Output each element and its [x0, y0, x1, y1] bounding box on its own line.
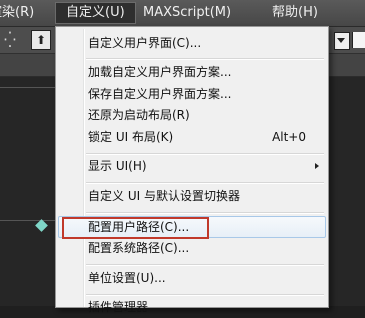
- viewport-line: [0, 220, 58, 221]
- menu-item-units-setup[interactable]: 单位设置(U)...: [56, 267, 328, 289]
- menu-item-save-scheme[interactable]: 保存自定义用户界面方案...: [56, 83, 328, 105]
- menu-maxscript[interactable]: MAXScript(M): [143, 4, 231, 22]
- menu-item-ui-switcher[interactable]: 自定义 UI 与默认设置切换器: [56, 185, 328, 207]
- menu-separator: [86, 182, 324, 184]
- menu-item-shortcut: Alt+0: [272, 130, 306, 144]
- menu-item-label: 自定义 UI 与默认设置切换器: [88, 189, 240, 203]
- menu-item-label: 加载自定义用户界面方案...: [88, 65, 232, 79]
- customize-menu: 自定义用户界面(C)... 加载自定义用户界面方案... 保存自定义用户界面方案…: [55, 26, 329, 314]
- viewport-line: [0, 87, 58, 88]
- menu-bar: 渲染(R) 自定义(U) MAXScript(M) 帮助(H): [0, 0, 365, 27]
- menu-item-revert-layout[interactable]: 还原为启动布局(R): [56, 104, 328, 126]
- menu-customize[interactable]: 自定义(U): [55, 2, 136, 24]
- menu-render[interactable]: 渲染(R): [0, 4, 34, 22]
- menu-item-label: 配置系统路径(C)...: [88, 241, 190, 255]
- menu-separator: [86, 212, 324, 214]
- toolbar-field[interactable]: [352, 32, 365, 48]
- menu-separator: [86, 58, 324, 60]
- menu-item-lock-layout[interactable]: 锁定 UI 布局(K) Alt+0: [56, 126, 328, 148]
- menu-item-show-ui[interactable]: 显示 UI(H): [56, 155, 328, 177]
- chevron-down-icon: [337, 38, 345, 43]
- menu-item-customize-ui[interactable]: 自定义用户界面(C)...: [56, 32, 328, 54]
- menu-item-label: 配置用户路径(C)...: [88, 220, 190, 234]
- menu-item-label: 自定义用户界面(C)...: [88, 36, 202, 50]
- menu-item-label: 保存自定义用户界面方案...: [88, 87, 232, 101]
- menu-separator: [86, 264, 324, 266]
- menu-item-user-paths[interactable]: 配置用户路径(C)...: [58, 216, 326, 239]
- menu-item-label: 显示 UI(H): [88, 159, 147, 173]
- menu-help[interactable]: 帮助(H): [272, 4, 318, 22]
- menu-item-plugin-manager[interactable]: 插件管理器: [56, 296, 328, 318]
- menu-item-label: 锁定 UI 布局(K): [88, 130, 174, 144]
- menu-item-load-scheme[interactable]: 加载自定义用户界面方案...: [56, 61, 328, 83]
- select-up-icon[interactable]: ⬆: [31, 30, 51, 50]
- move-gizmo-icon[interactable]: ⁛: [4, 33, 16, 48]
- submenu-arrow-icon: [315, 163, 319, 169]
- menu-item-system-paths[interactable]: 配置系统路径(C)...: [56, 237, 328, 259]
- menu-item-label: 插件管理器: [88, 300, 149, 314]
- menu-item-label: 单位设置(U)...: [88, 271, 166, 285]
- menu-item-label: 还原为启动布局(R): [88, 108, 190, 122]
